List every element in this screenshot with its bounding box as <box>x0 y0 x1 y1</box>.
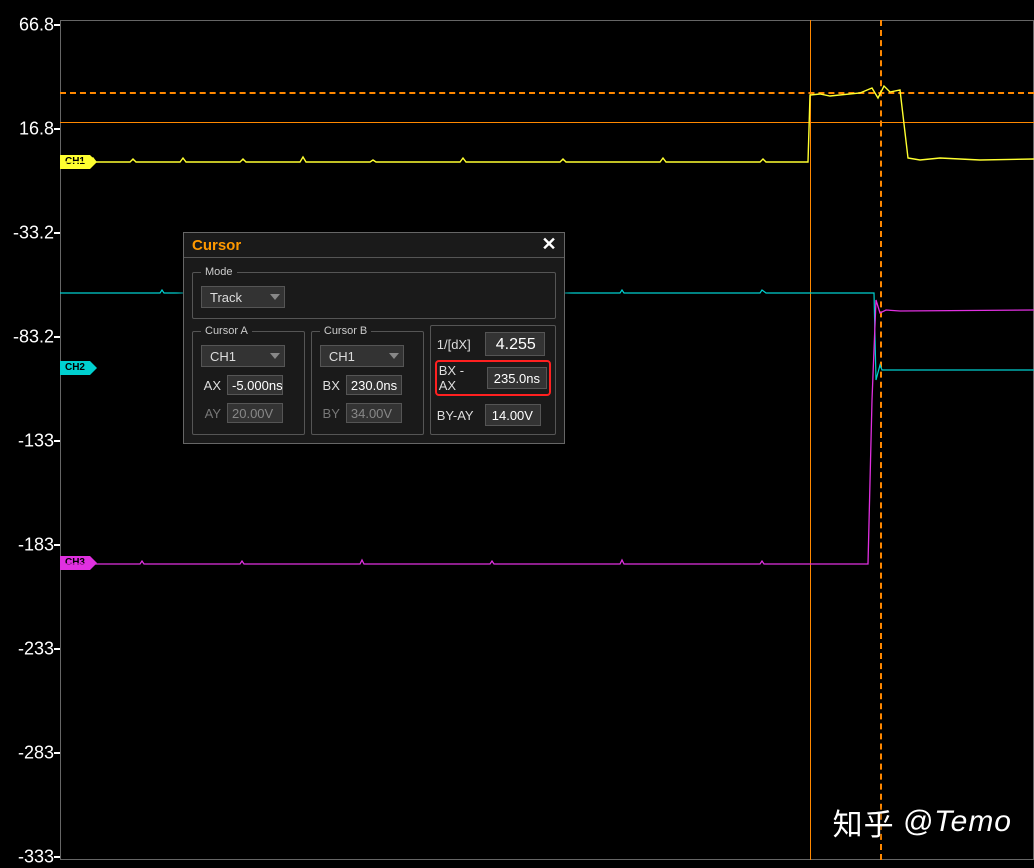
watermark-logo: 知乎 <box>833 800 895 844</box>
cursor-calc-box: 1/[dX] 4.255 BX -AX 235.0ns BY-AY 14.00V <box>430 325 556 435</box>
ytick-label: -283 <box>0 743 54 764</box>
mode-select[interactable]: Track <box>201 286 285 308</box>
cursor-b-channel-select[interactable]: CH1 <box>320 345 404 367</box>
watermark: 知乎 @Temo <box>833 800 1012 844</box>
chevron-down-icon <box>389 353 399 359</box>
ytick-label: -183 <box>0 535 54 556</box>
cursor-a-channel-select[interactable]: CH1 <box>201 345 285 367</box>
chevron-down-icon <box>270 353 280 359</box>
bx-input[interactable]: 230.0ns <box>346 375 402 395</box>
mode-group: Mode Track <box>192 266 556 319</box>
dx-value: 235.0ns <box>487 367 547 389</box>
ytick-label: -333 <box>0 847 54 868</box>
ytick-label: 16.8 <box>0 119 54 140</box>
cursor-a-legend: Cursor A <box>201 325 252 337</box>
bx-minus-ax-highlight: BX -AX 235.0ns <box>435 360 551 396</box>
watermark-text: @Temo <box>903 805 1012 839</box>
dx-label: BX -AX <box>439 363 481 393</box>
cursor-b-legend: Cursor B <box>320 325 371 337</box>
by-label: BY <box>320 406 340 421</box>
close-icon[interactable]: ✕ <box>540 236 558 254</box>
ytick-label: -233 <box>0 639 54 660</box>
ax-input[interactable]: -5.000ns <box>227 375 283 395</box>
ay-label: AY <box>201 406 221 421</box>
bx-label: BX <box>320 378 340 393</box>
panel-titlebar[interactable]: Cursor ✕ <box>184 233 564 258</box>
panel-title: Cursor <box>192 237 241 254</box>
dy-value: 14.00V <box>485 404 541 426</box>
cursor-a-group: Cursor A CH1 AX -5.000ns AY 20.00V <box>192 325 305 435</box>
mode-value: Track <box>210 290 242 305</box>
by-value: 34.00V <box>346 403 402 423</box>
inv-dx-value: 4.255 <box>485 332 545 356</box>
ay-value: 20.00V <box>227 403 283 423</box>
ytick-label: -33.2 <box>0 223 54 244</box>
cursor-b-group: Cursor B CH1 BX 230.0ns BY 34.00V <box>311 325 424 435</box>
cursor-a-channel-value: CH1 <box>210 349 236 364</box>
ytick-label: -83.2 <box>0 327 54 348</box>
ytick-label: 66.8 <box>0 15 54 36</box>
chevron-down-icon <box>270 294 280 300</box>
dy-label: BY-AY <box>437 408 479 423</box>
inv-dx-label: 1/[dX] <box>437 337 479 352</box>
ytick-label: -133 <box>0 431 54 452</box>
cursor-panel[interactable]: Cursor ✕ Mode Track Cursor A CH1 AX <box>183 232 565 444</box>
cursor-b-channel-value: CH1 <box>329 349 355 364</box>
ax-label: AX <box>201 378 221 393</box>
mode-legend: Mode <box>201 266 237 278</box>
